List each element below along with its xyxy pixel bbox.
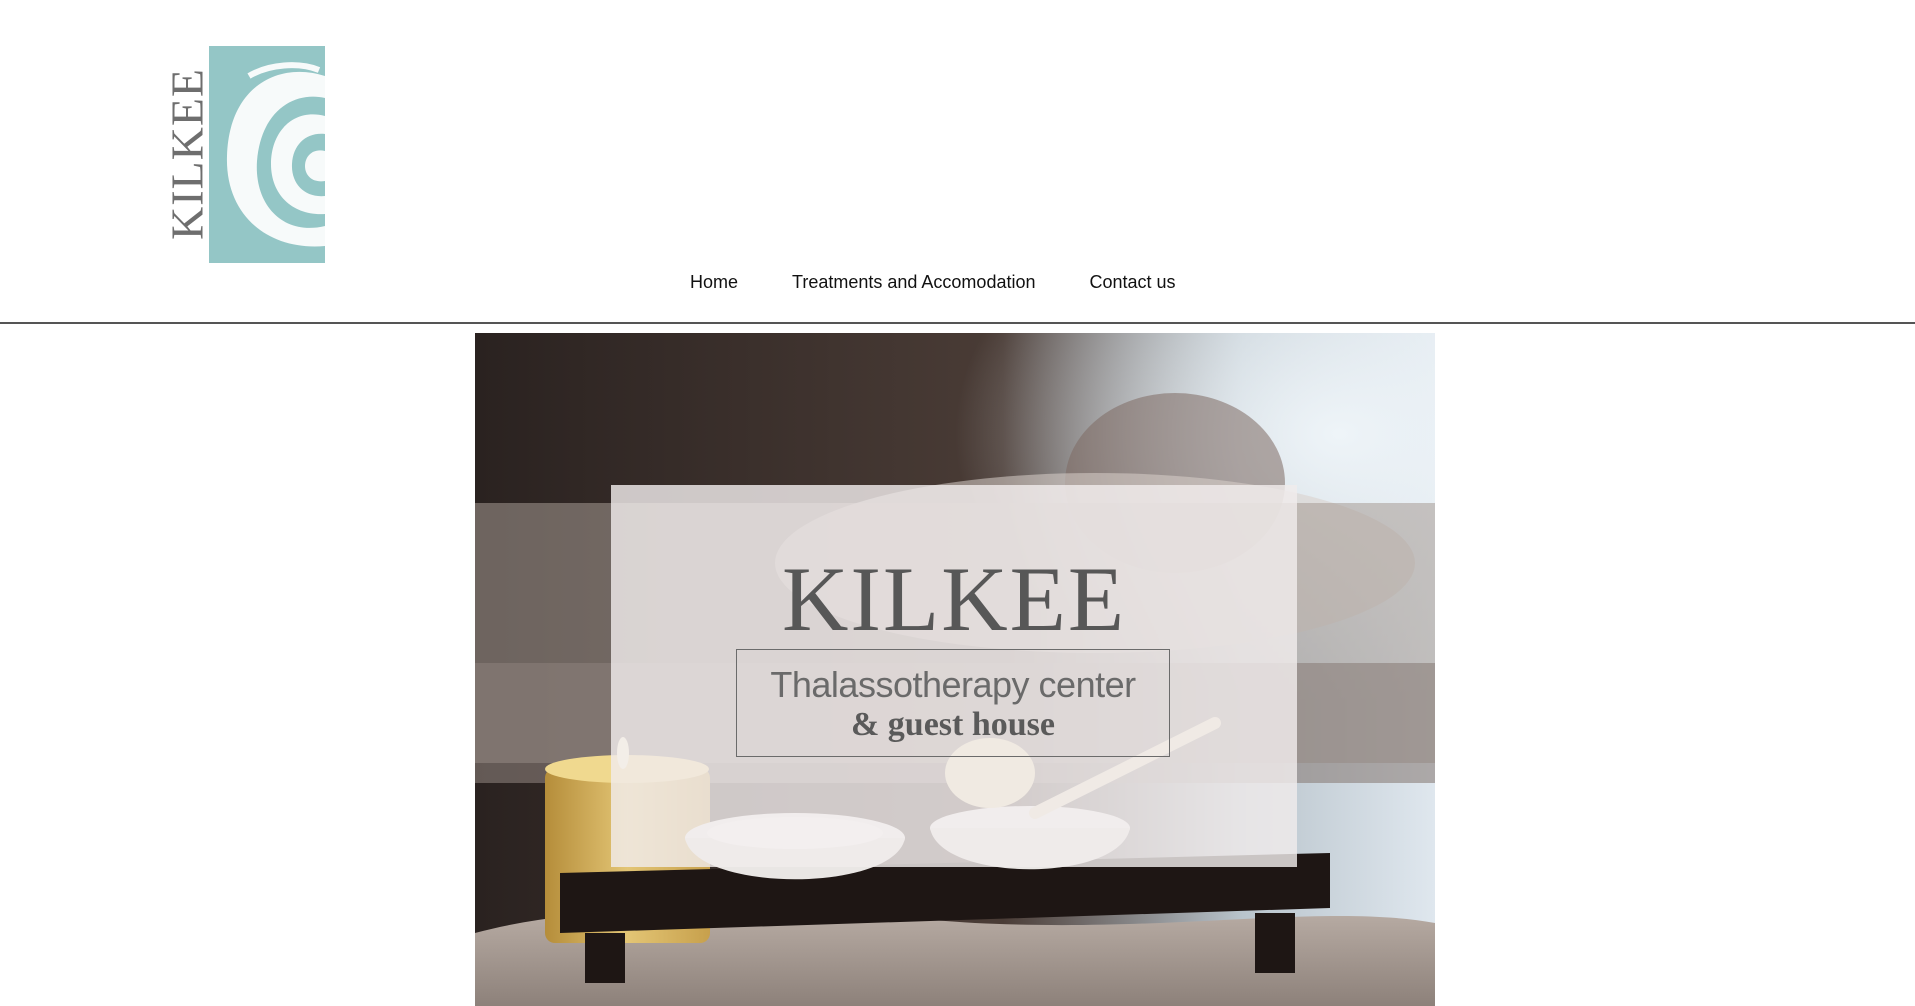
logo-text: KILKEE: [161, 67, 213, 241]
nav-item-contact[interactable]: Contact us: [1089, 272, 1175, 293]
hero-overlay: KILKEE Thalassotherapy center & guest ho…: [611, 485, 1297, 867]
hero-subtitle-line2: & guest house: [850, 706, 1056, 743]
nav-item-treatments[interactable]: Treatments and Accomodation: [792, 272, 1035, 293]
hero-banner: KILKEE Thalassotherapy center & guest ho…: [475, 333, 1435, 1006]
hero-title: KILKEE: [781, 548, 1127, 650]
hero-subtitle-box: Thalassotherapy center & guest house: [736, 649, 1170, 757]
nav-item-home[interactable]: Home: [690, 272, 738, 293]
hero-subtitle-line1: Thalassotherapy center: [770, 664, 1136, 705]
wave-logo-icon: [209, 46, 325, 263]
header-divider: [0, 322, 1915, 324]
logo-wordmark: KILKEE: [162, 44, 213, 264]
site-logo[interactable]: KILKEE: [84, 22, 325, 263]
page: KILKEE Home Treatments and Accomodation …: [0, 0, 1915, 1006]
